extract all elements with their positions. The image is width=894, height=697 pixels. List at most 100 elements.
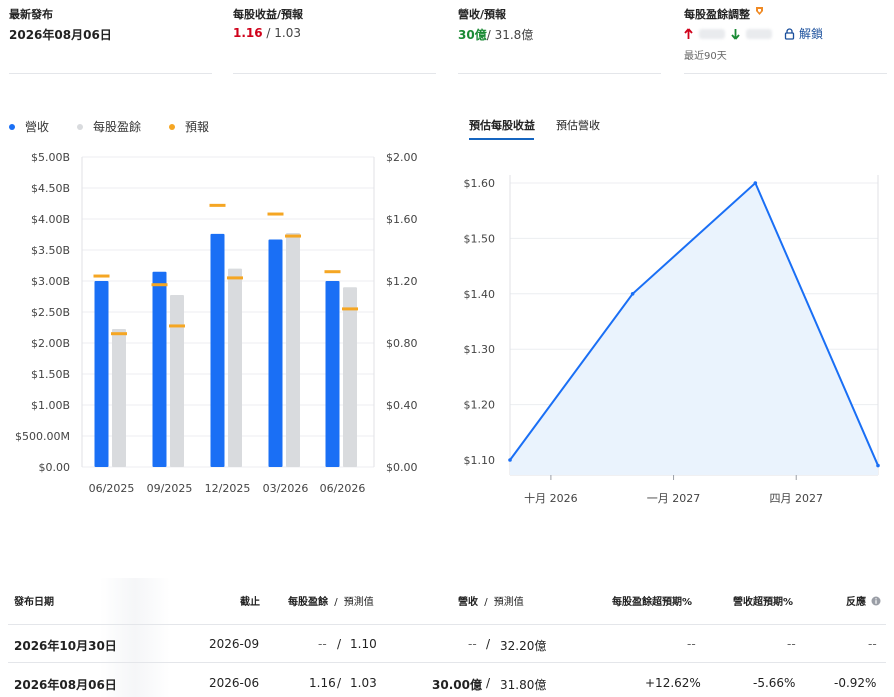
row1-eps-forecast: 1.10 <box>350 637 377 651</box>
earnings-bar-chart: $5.00B $4.50B $4.00B $3.50B $3.00B $2.50B $2.0… <box>15 151 418 495</box>
x-axis-tick-label: 四月 2027 <box>769 492 823 505</box>
y-axis-tick-label: $1.50 <box>464 232 496 245</box>
row1-reaction: -- <box>868 637 877 651</box>
row1-revenue-forecast: 32.20億 <box>500 639 547 653</box>
bar-eps <box>112 329 126 467</box>
col-header-reaction[interactable]: 反應 <box>846 593 881 608</box>
eps-revision-label: 每股盈餘調整 <box>684 6 764 22</box>
row1-eps-separator: / <box>337 637 342 651</box>
y-axis-tick-label: $1.40 <box>464 288 496 301</box>
legend-label: 預報 <box>185 120 210 134</box>
y-axis-tick-label: $1.20 <box>464 399 496 412</box>
marker-revenue-forecast <box>93 274 110 278</box>
unlock-button[interactable]: 解鎖 <box>784 25 823 42</box>
x-axis-tick-label: 十月 2026 <box>524 491 578 505</box>
col-header-period[interactable]: 截止 <box>240 593 260 608</box>
latest-release-value: 2026年08月06日 <box>9 28 112 42</box>
marker-revenue-forecast <box>324 270 341 274</box>
marker-eps-forecast <box>285 234 301 238</box>
row1-date: 2026年10月30日 <box>14 639 117 653</box>
row2-revenue-separator: / <box>486 676 491 690</box>
row-divider <box>8 624 886 625</box>
row1-period: 2026-09 <box>209 637 260 651</box>
marker-eps-forecast <box>342 307 358 311</box>
row-divider <box>8 662 886 663</box>
legend-label: 每股盈餘 <box>93 120 142 134</box>
col-header-date[interactable]: 發布日期 <box>14 593 54 608</box>
marker-eps-forecast <box>169 324 185 328</box>
col-header-revenue-surprise[interactable]: 營收超預期% <box>733 593 793 608</box>
row2-eps-surprise: +12.62% <box>645 676 701 690</box>
x-axis-tick-label: 09/2025 <box>147 482 193 495</box>
left-axis-tick-label: $0.00 <box>39 461 71 474</box>
col-header-eps-surprise[interactable]: 每股盈餘超預期% <box>612 593 692 608</box>
divider <box>9 73 212 74</box>
left-axis-tick-label: $1.00B <box>31 399 70 412</box>
data-point <box>630 292 635 296</box>
marker-revenue-forecast <box>267 212 284 216</box>
legend-swatch <box>77 123 84 130</box>
row2-eps-separator: / <box>337 676 342 690</box>
x-axis-tick-label: 12/2025 <box>205 482 251 495</box>
divider <box>458 73 661 74</box>
marker-revenue-forecast <box>151 283 168 287</box>
legend-label: 營收 <box>25 120 50 134</box>
right-axis-tick-label: $0.80 <box>386 337 418 350</box>
legend-item-revenue[interactable]: 營收 <box>9 118 49 135</box>
row1-eps: -- <box>318 637 327 651</box>
row2-revenue-surprise: -5.66% <box>753 676 796 690</box>
bar-revenue <box>210 233 225 467</box>
data-point <box>876 463 880 468</box>
tab-estimated-revenue[interactable]: 預估營收 <box>556 117 600 133</box>
row2-period: 2026-06 <box>209 676 260 690</box>
bar-eps <box>343 287 357 467</box>
eps-header-label: 每股收益/預報 <box>233 8 304 21</box>
bar-revenue <box>152 271 167 467</box>
lock-icon <box>784 27 795 40</box>
col-header-revenue[interactable]: 營收 / 預測值 <box>458 593 524 608</box>
row2-reaction: -0.92% <box>834 676 877 690</box>
divider <box>233 73 436 74</box>
bar-eps <box>170 294 184 467</box>
info-icon[interactable] <box>871 596 881 606</box>
right-axis-tick-label: $2.00 <box>386 151 418 164</box>
row2-revenue-forecast: 31.80億 <box>500 678 547 692</box>
right-axis-tick-label: $0.00 <box>386 461 418 474</box>
row2-date: 2026年08月06日 <box>14 678 117 692</box>
blurred-up-count <box>699 28 725 39</box>
chart-legend: 營收 每股盈餘 預報 <box>9 118 209 135</box>
col-header-eps[interactable]: 每股盈餘 / 預測值 <box>288 593 374 608</box>
blurred-down-count <box>746 28 772 39</box>
bar-revenue <box>94 281 109 467</box>
left-axis-tick-label: $1.50B <box>31 368 70 381</box>
unlock-label: 解鎖 <box>799 27 824 41</box>
right-axis-tick-label: $1.20 <box>386 275 418 288</box>
row1-revenue-surprise: -- <box>787 637 796 651</box>
legend-item-eps[interactable]: 每股盈餘 <box>77 118 141 135</box>
left-axis-tick-label: $4.00B <box>31 213 70 226</box>
legend-swatch <box>9 123 15 130</box>
x-axis-tick-label: 06/2026 <box>320 482 366 495</box>
left-axis-tick-label: $2.00B <box>31 337 70 350</box>
marker-revenue-forecast <box>209 203 226 207</box>
marker-eps-forecast <box>111 332 127 336</box>
data-point <box>508 458 512 462</box>
eps-separator: / <box>262 26 275 40</box>
legend-item-forecast[interactable]: 預報 <box>169 118 209 135</box>
y-axis-tick-label: $1.10 <box>464 454 496 467</box>
estimated-eps-area-chart: $1.60 $1.50 $1.40 $1.30 $1.20 $1.10 十月 2026 一月 … <box>464 175 880 505</box>
right-axis-tick-label: $1.60 <box>386 213 418 226</box>
revenue-actual: 30億 <box>458 28 487 42</box>
divider <box>684 73 887 74</box>
latest-release-label: 最新發布 <box>9 8 53 21</box>
bar-eps <box>286 232 300 467</box>
x-axis-tick-label: 一月 2027 <box>647 492 701 505</box>
arrow-down-icon <box>731 28 740 40</box>
row2-revenue: 30.00億 <box>432 678 482 692</box>
left-axis-tick-label: $3.50B <box>31 244 70 257</box>
revenue-header-label: 營收/預報 <box>458 8 507 21</box>
y-axis-tick-label: $1.60 <box>464 177 496 190</box>
tab-estimated-eps[interactable]: 預估每股收益 <box>469 117 535 133</box>
bar-eps <box>228 268 242 467</box>
revenue-forecast: 31.8億 <box>494 28 534 42</box>
